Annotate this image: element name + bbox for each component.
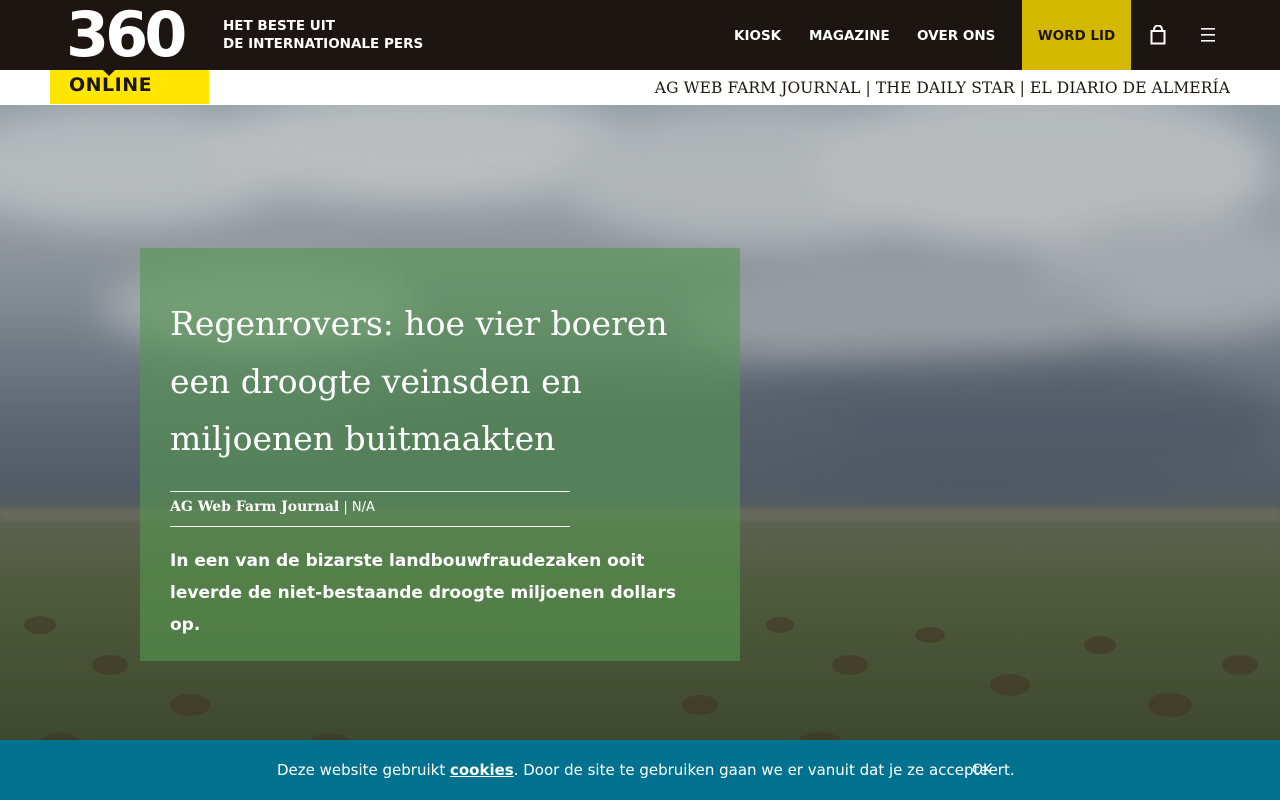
nav-kiosk[interactable]: KIOSK <box>734 0 781 70</box>
tagline-line-1: HET BESTE UIT <box>223 18 335 34</box>
logo-subtitle: ONLINE <box>69 74 153 96</box>
site-tagline: HET BESTE UIT DE INTERNATIONALE PERS <box>223 17 423 53</box>
cookie-ok-button[interactable]: OK <box>972 740 992 800</box>
word-lid-button[interactable]: WORD LID <box>1022 0 1131 70</box>
nav-over-ons[interactable]: OVER ONS <box>917 0 995 70</box>
shopping-bag-icon[interactable] <box>1149 25 1167 45</box>
cookie-text-before: Deze website gebruikt <box>277 761 450 779</box>
divider-bottom <box>170 526 570 527</box>
sources-list: AG WEB FARM JOURNAL | THE DAILY STAR | E… <box>654 79 1230 97</box>
site-logo[interactable]: 360 ONLINE <box>50 0 209 104</box>
cookie-message: Deze website gebruikt cookies. Door de s… <box>277 740 1015 800</box>
article-lead: In een van de bizarste landbouwfraudezak… <box>170 551 677 635</box>
meta-separator: | <box>339 500 352 515</box>
cookies-link[interactable]: cookies <box>450 761 514 779</box>
cookie-text-after: . Door de site te gebruiken gaan we er v… <box>513 761 1015 779</box>
logo-number: 360 <box>66 0 187 71</box>
article-meta: AG Web Farm Journal | N/A <box>170 498 375 515</box>
hero-section: Regenrovers: hoe vier boeren een droogte… <box>0 105 1280 800</box>
cookie-bar: Deze website gebruikt cookies. Door de s… <box>0 740 1280 800</box>
article-title[interactable]: Regenrovers: hoe vier boeren een droogte… <box>170 295 690 468</box>
divider-top <box>170 491 570 492</box>
article-source: AG Web Farm Journal <box>170 499 340 515</box>
tagline-line-2: DE INTERNATIONALE PERS <box>223 36 424 52</box>
article-date: N/A <box>351 500 375 515</box>
article-card[interactable]: Regenrovers: hoe vier boeren een droogte… <box>140 248 740 661</box>
hamburger-menu-icon[interactable] <box>1199 27 1217 43</box>
nav-magazine[interactable]: MAGAZINE <box>809 0 890 70</box>
